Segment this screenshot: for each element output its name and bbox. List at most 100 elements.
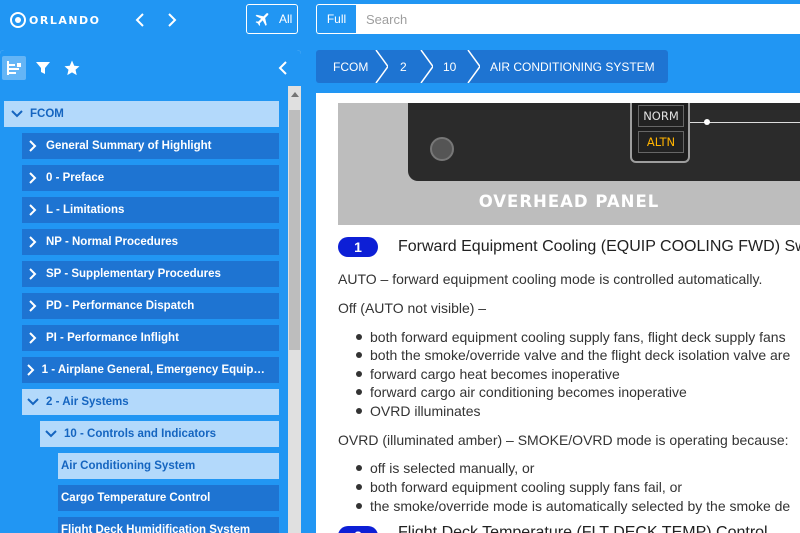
back-button[interactable]: [130, 9, 150, 31]
tree-item-label: PD - Performance Dispatch: [46, 300, 195, 312]
sidebar-toolbar: [0, 50, 301, 86]
logo-icon: [10, 12, 26, 28]
app-logo[interactable]: ORLANDO: [10, 10, 101, 30]
list-item: OVRD illuminates: [356, 403, 480, 419]
tree-item-supplementary-procedures[interactable]: SP - Supplementary Procedures: [22, 261, 279, 287]
list-item: the smoke/override mode is automatically…: [356, 498, 790, 514]
chevron-down-icon: [44, 427, 58, 441]
breadcrumb: FCOM 2 10 AIR CONDITIONING SYSTEM: [316, 50, 668, 83]
chevron-right-icon: [26, 203, 40, 217]
tree-item-label: NP - Normal Procedures: [46, 236, 179, 248]
panel-screw: [430, 137, 454, 161]
breadcrumb-separator-icon: [420, 50, 434, 83]
tree-item-label: PI - Performance Inflight: [46, 332, 179, 344]
list-item: off is selected manually, or: [356, 460, 534, 476]
breadcrumb-label: 10: [443, 59, 457, 74]
chevron-right-icon: [26, 139, 40, 153]
tree-item-label: Cargo Temperature Control: [61, 492, 211, 504]
filter-button[interactable]: [31, 56, 55, 80]
tree-item-label: Flight Deck Humidification System: [61, 524, 251, 533]
list-item: both forward equipment cooling supply fa…: [356, 479, 682, 495]
scope-all-label: All: [279, 12, 293, 26]
overhead-panel-illustration: NORM ALTN OVERHEAD PANEL: [338, 103, 800, 225]
tree-view-icon: [7, 61, 21, 75]
chevron-right-icon: [26, 299, 40, 313]
breadcrumb-item-10[interactable]: 10: [433, 50, 481, 83]
search-input[interactable]: [356, 4, 800, 34]
tree-item-label: L - Limitations: [46, 204, 125, 216]
logo-text: ORLANDO: [29, 13, 101, 27]
sidebar: FCOM General Summary of Highlight 0 - Pr…: [0, 50, 301, 533]
item-title: Flight Deck Temperature (FLT DECK TEMP) …: [398, 524, 768, 533]
tree-item-label: General Summary of Highlight: [46, 140, 212, 152]
tree-item-cargo-temperature-control[interactable]: Cargo Temperature Control: [58, 485, 279, 511]
tree-item-label: 2 - Air Systems: [46, 396, 129, 408]
tree-item-air-systems[interactable]: 2 - Air Systems: [22, 389, 279, 415]
chevron-right-icon: [168, 13, 177, 27]
tree-item-label: FCOM: [30, 108, 64, 120]
tree-item-preface[interactable]: 0 - Preface: [22, 165, 279, 191]
star-icon: [64, 60, 80, 76]
breadcrumb-label: FCOM: [333, 59, 369, 74]
chevron-right-icon: [26, 363, 36, 377]
tree-item-flight-deck-humidification[interactable]: Flight Deck Humidification System: [58, 517, 279, 533]
chevron-down-icon: [26, 395, 40, 409]
list-item: forward cargo heat becomes inoperative: [356, 366, 620, 382]
item-title: Forward Equipment Cooling (EQUIP COOLING…: [398, 238, 800, 255]
sidebar-scrollbar[interactable]: [288, 86, 301, 533]
tree-item-label: Air Conditioning System: [61, 460, 196, 472]
tree-item-performance-inflight[interactable]: PI - Performance Inflight: [22, 325, 279, 351]
tree-item-normal-procedures[interactable]: NP - Normal Procedures: [22, 229, 279, 255]
chevron-right-icon: [26, 267, 40, 281]
filter-icon: [36, 62, 50, 74]
tree-item-airplane-general[interactable]: 1 - Airplane General, Emergency Equipmen…: [22, 357, 279, 383]
callout-dot: [704, 119, 710, 125]
breadcrumb-item-fcom[interactable]: FCOM: [316, 50, 389, 83]
panel-caption: OVERHEAD PANEL: [478, 192, 660, 211]
tree-item-label: 1 - Airplane General, Emergency Equipmen…: [41, 364, 273, 376]
airplane-icon: [255, 13, 269, 26]
ovrd-description: OVRD (illuminated amber) – SMOKE/OVRD mo…: [338, 432, 789, 448]
breadcrumb-item-air-conditioning[interactable]: AIR CONDITIONING SYSTEM: [480, 50, 668, 83]
item-number-badge: 1: [338, 237, 378, 257]
norm-switch-label: NORM: [638, 105, 684, 127]
chevron-right-icon: [26, 235, 40, 249]
panel-face: [408, 103, 800, 181]
tree-item-air-conditioning-system[interactable]: Air Conditioning System: [58, 453, 279, 479]
full-search-toggle[interactable]: Full: [316, 4, 356, 34]
favorites-button[interactable]: [60, 56, 84, 80]
off-description: Off (AUTO not visible) –: [338, 300, 487, 316]
list-item: both forward equipment cooling supply fa…: [356, 329, 786, 345]
tree-item-label: 10 - Controls and Indicators: [64, 428, 217, 440]
collapse-sidebar-button[interactable]: [273, 58, 293, 78]
item-heading-1: 1 Forward Equipment Cooling (EQUIP COOLI…: [338, 237, 800, 257]
breadcrumb-separator-icon: [467, 50, 481, 83]
tree-item-limitations[interactable]: L - Limitations: [22, 197, 279, 223]
navigation-tree: FCOM General Summary of Highlight 0 - Pr…: [0, 86, 288, 533]
top-bar: ORLANDO All Full: [0, 0, 800, 40]
tree-item-general-summary[interactable]: General Summary of Highlight: [22, 133, 279, 159]
tree-item-controls-indicators[interactable]: 10 - Controls and Indicators: [40, 421, 279, 447]
tree-item-label: SP - Supplementary Procedures: [46, 268, 221, 280]
breadcrumb-separator-icon: [375, 50, 389, 83]
list-item: forward cargo air conditioning becomes i…: [356, 384, 687, 400]
document-content: NORM ALTN OVERHEAD PANEL 1 Forward Equip…: [316, 93, 800, 533]
breadcrumb-label: AIR CONDITIONING SYSTEM: [490, 59, 655, 74]
chevron-right-icon: [26, 171, 40, 185]
scope-all-button[interactable]: All: [246, 4, 298, 34]
tree-item-performance-dispatch[interactable]: PD - Performance Dispatch: [22, 293, 279, 319]
tree-view-button[interactable]: [2, 56, 26, 80]
chevron-down-icon: [10, 107, 24, 121]
tree-item-fcom[interactable]: FCOM: [4, 101, 279, 127]
chevron-left-icon: [278, 61, 287, 75]
chevron-left-icon: [135, 13, 144, 27]
list-item: both the smoke/override valve and the fl…: [356, 347, 790, 363]
item-number-badge: 2: [338, 526, 378, 533]
breadcrumb-label: 2: [400, 59, 407, 74]
breadcrumb-item-2[interactable]: 2: [388, 50, 434, 83]
scrollbar-thumb[interactable]: [289, 110, 300, 350]
forward-button[interactable]: [162, 9, 182, 31]
chevron-right-icon: [26, 331, 40, 345]
scroll-up-arrow-icon[interactable]: [291, 92, 299, 97]
auto-description: AUTO – forward equipment cooling mode is…: [338, 271, 763, 287]
